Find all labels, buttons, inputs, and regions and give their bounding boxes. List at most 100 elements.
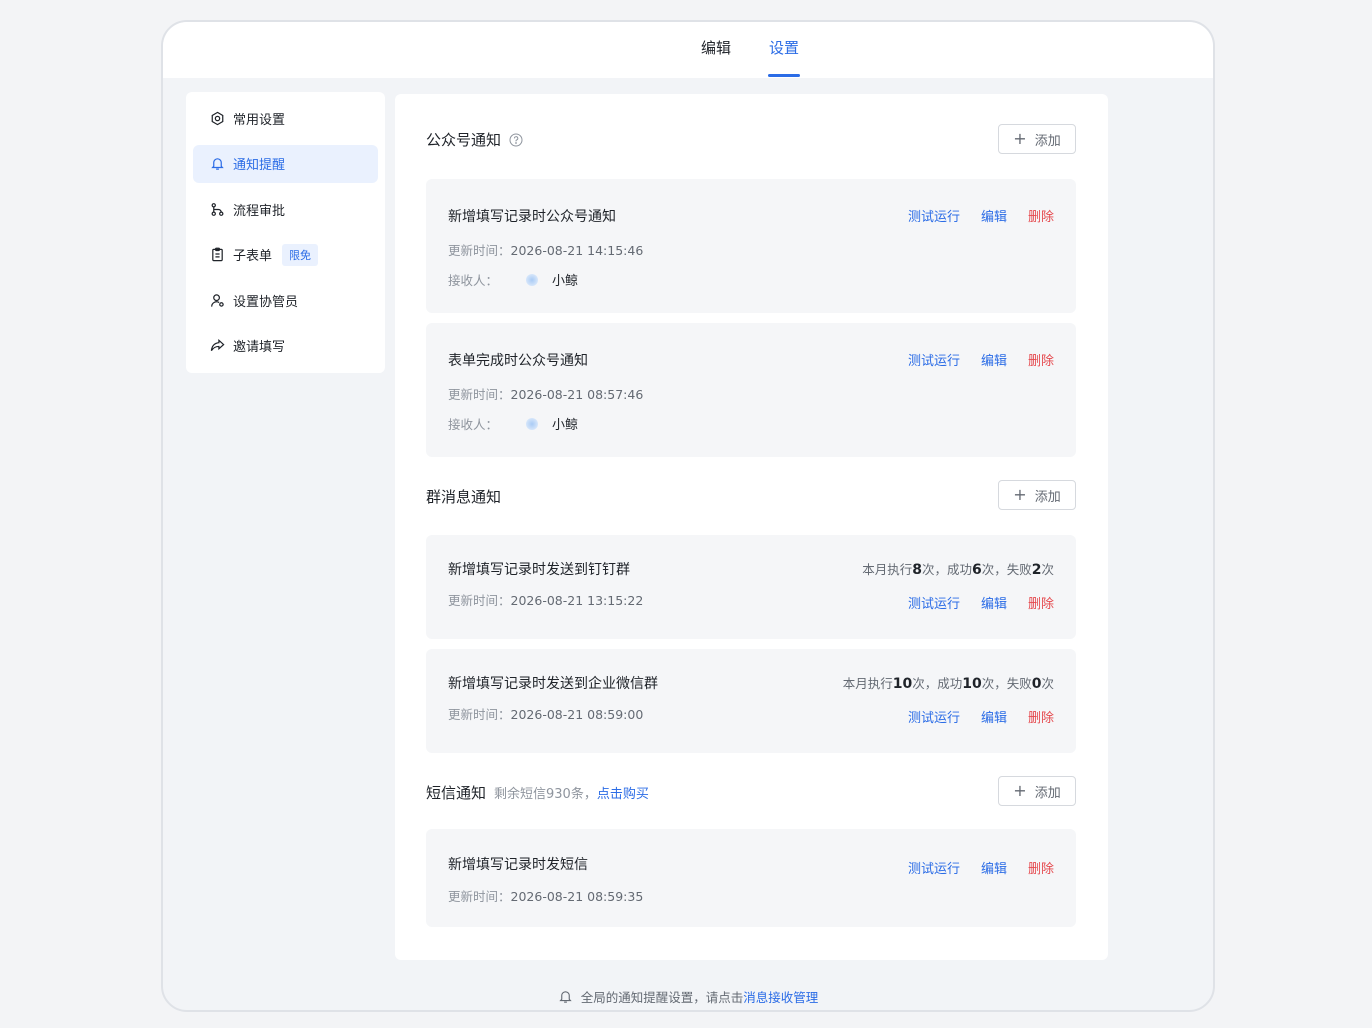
card-actions: 测试运行 编辑 删除	[887, 707, 1054, 726]
stats-text: 本月执行	[842, 676, 893, 691]
add-label: 添加	[1034, 785, 1061, 801]
updated-time: 更新时间：2026-08-21 14:15:46	[448, 240, 643, 259]
add-label: 添加	[1034, 489, 1061, 505]
updated-time: 更新时间：2026-08-21 13:15:22	[448, 590, 643, 609]
stats-text: 次	[1041, 676, 1054, 691]
tab-settings[interactable]: 设置	[769, 37, 799, 58]
updated-time: 更新时间：2026-08-21 08:57:46	[448, 384, 643, 403]
test-run-link[interactable]: 测试运行	[908, 707, 960, 726]
stats-text: 次，失败	[981, 562, 1032, 577]
plus-icon: +	[1013, 129, 1027, 148]
notification-card: 新增填写记录时公众号通知 测试运行 编辑 删除 更新时间：2026-08-21 …	[426, 179, 1076, 313]
updated-label: 更新时间：	[448, 243, 511, 258]
footer-text: 全局的通知提醒设置，请点击	[580, 990, 744, 1005]
delete-link[interactable]: 删除	[1028, 858, 1054, 877]
receiver-name: 小鲸	[552, 274, 579, 289]
sms-remaining-text: 剩余短信930条，	[494, 787, 597, 802]
gear-icon	[209, 110, 225, 126]
edit-link[interactable]: 编辑	[981, 206, 1007, 225]
exec-count: 8	[912, 562, 922, 578]
notification-card: 新增填写记录时发送到企业微信群 本月执行10次，成功10次，失败0次 更新时间：…	[426, 649, 1076, 753]
updated-time: 更新时间：2026-08-21 08:59:00	[448, 704, 643, 723]
receiver-label: 接收人：	[448, 417, 499, 432]
test-run-link[interactable]: 测试运行	[908, 206, 960, 225]
clipboard-icon	[209, 247, 225, 263]
card-title: 表单完成时公众号通知	[448, 353, 588, 369]
sms-section-title: 短信通知 剩余短信930条，点击购买	[426, 782, 649, 803]
plus-icon: +	[1013, 781, 1027, 800]
updated-value: 2026-08-21 08:59:00	[510, 707, 644, 722]
help-icon[interactable]	[509, 133, 523, 147]
updated-value: 2026-08-21 13:15:22	[510, 593, 644, 608]
test-run-link[interactable]: 测试运行	[908, 593, 960, 612]
sidebar-item-label: 流程审批	[233, 203, 286, 219]
sidebar-item-label: 子表单	[233, 249, 273, 264]
sidebar-item-invite-fill[interactable]: 邀请填写	[193, 327, 378, 365]
notification-card: 表单完成时公众号通知 测试运行 编辑 删除 更新时间：2026-08-21 08…	[426, 323, 1076, 457]
sms-remaining-note: 剩余短信930条，点击购买	[494, 783, 649, 802]
updated-label: 更新时间：	[448, 593, 511, 608]
share-icon	[209, 338, 225, 354]
stats-text: 次	[1041, 562, 1054, 577]
stats-text: 次，成功	[921, 562, 972, 577]
sidebar-item-label: 设置协管员	[233, 294, 299, 310]
updated-value: 2026-08-21 14:15:46	[510, 243, 644, 258]
receiver-row: 接收人： 小鲸	[448, 414, 578, 433]
receiver-label: 接收人：	[448, 273, 499, 288]
exec-count: 10	[892, 676, 913, 692]
message-receive-management-link[interactable]: 消息接收管理	[743, 987, 818, 1006]
avatar	[526, 273, 539, 286]
buy-sms-link[interactable]: 点击购买	[597, 787, 649, 802]
sidebar-item-label: 常用设置	[233, 112, 286, 128]
app-frame: 编辑 设置 常用设置 通知提醒 流程审批 子表单 限免 设置协管员 邀请填写 公…	[161, 20, 1215, 1012]
add-wechat-notification-button[interactable]: + 添加	[998, 124, 1076, 154]
sidebar-item-notifications[interactable]: 通知提醒	[193, 144, 378, 183]
card-title: 新增填写记录时发送到企业微信群	[448, 676, 658, 692]
delete-link[interactable]: 删除	[1028, 350, 1054, 369]
card-title: 新增填写记录时公众号通知	[448, 209, 616, 225]
edit-link[interactable]: 编辑	[981, 707, 1007, 726]
card-actions: 测试运行 编辑 删除	[887, 350, 1054, 369]
card-title: 新增填写记录时发送到钉钉群	[448, 562, 630, 578]
avatar	[526, 417, 539, 430]
top-tab-bar: 编辑 设置	[163, 22, 1213, 78]
updated-label: 更新时间：	[448, 889, 511, 904]
monthly-stats: 本月执行10次，成功10次，失败0次	[843, 673, 1054, 692]
wechat-section-title: 公众号通知	[426, 129, 523, 150]
stats-text: 次，失败	[981, 676, 1032, 691]
group-section-title: 群消息通知	[426, 486, 501, 507]
section-title-text: 群消息通知	[426, 488, 502, 506]
receiver-name: 小鲸	[552, 418, 579, 433]
card-actions: 测试运行 编辑 删除	[887, 858, 1054, 877]
active-tab-indicator	[768, 74, 800, 77]
delete-link[interactable]: 删除	[1028, 593, 1054, 612]
notification-card: 新增填写记录时发短信 测试运行 编辑 删除 更新时间：2026-08-21 08…	[426, 829, 1076, 927]
success-count: 10	[962, 676, 982, 692]
updated-label: 更新时间：	[448, 707, 511, 722]
add-label: 添加	[1034, 133, 1061, 149]
sidebar-item-approval-flow[interactable]: 流程审批	[193, 190, 378, 228]
delete-link[interactable]: 删除	[1028, 707, 1054, 726]
sidebar-item-co-admins[interactable]: 设置协管员	[193, 281, 378, 319]
stats-text: 次，成功	[912, 676, 963, 691]
card-title: 新增填写记录时发短信	[448, 857, 588, 873]
add-group-notification-button[interactable]: + 添加	[998, 480, 1076, 510]
updated-time: 更新时间：2026-08-21 08:59:35	[448, 886, 643, 905]
edit-link[interactable]: 编辑	[981, 350, 1007, 369]
free-badge: 限免	[282, 243, 319, 266]
add-sms-notification-button[interactable]: + 添加	[998, 776, 1076, 806]
card-actions: 测试运行 编辑 删除	[887, 593, 1054, 612]
user-gear-icon	[209, 292, 225, 308]
edit-link[interactable]: 编辑	[981, 593, 1007, 612]
bell-icon	[209, 156, 225, 172]
global-settings-footer: 全局的通知提醒设置，请点击 消息接收管理	[163, 987, 1213, 1006]
test-run-link[interactable]: 测试运行	[908, 350, 960, 369]
sidebar-item-common-settings[interactable]: 常用设置	[193, 99, 378, 137]
edit-link[interactable]: 编辑	[981, 858, 1007, 877]
test-run-link[interactable]: 测试运行	[908, 858, 960, 877]
delete-link[interactable]: 删除	[1028, 206, 1054, 225]
notification-card: 新增填写记录时发送到钉钉群 本月执行8次，成功6次，失败2次 更新时间：2026…	[426, 535, 1076, 639]
monthly-stats: 本月执行8次，成功6次，失败2次	[862, 559, 1054, 578]
sidebar-item-subform[interactable]: 子表单 限免	[193, 236, 378, 274]
tab-edit[interactable]: 编辑	[701, 37, 731, 58]
